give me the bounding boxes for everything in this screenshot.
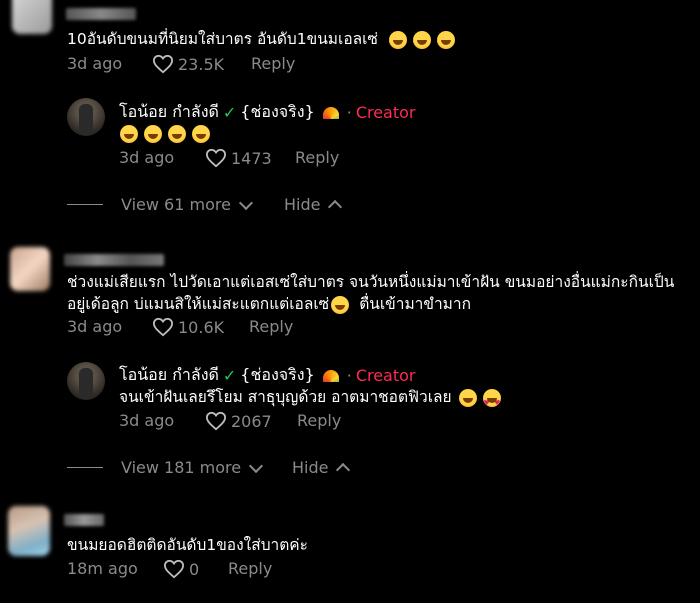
reply-text xyxy=(120,121,216,146)
like-count: 2067 xyxy=(231,411,272,431)
like-button[interactable]: 1473 xyxy=(205,148,272,168)
laughing-emoji-icon xyxy=(388,30,407,49)
comment-time: 3d ago xyxy=(67,317,123,336)
heart-icon xyxy=(163,559,185,579)
reply-button[interactable]: Reply xyxy=(251,54,295,73)
chevron-up-icon xyxy=(328,199,343,214)
hide-replies-button[interactable]: Hide xyxy=(292,458,351,477)
comment-time: 18m ago xyxy=(67,559,138,578)
chevron-down-icon xyxy=(249,458,264,473)
avatar[interactable] xyxy=(8,506,50,556)
comment-text: 10อันดับขนมที่นิยมใส่บาตร อันดับ1ขนมเอลเ… xyxy=(67,27,461,52)
like-count: 10.6K xyxy=(178,317,225,337)
like-count: 1473 xyxy=(231,148,272,168)
divider xyxy=(67,204,103,205)
like-button[interactable]: 23.5K xyxy=(152,54,224,74)
creator-label: Creator xyxy=(355,366,416,385)
reply-button[interactable]: Reply xyxy=(297,411,341,430)
heart-icon xyxy=(205,148,227,168)
creator-avatar[interactable] xyxy=(67,98,105,136)
check-icon: ✓ xyxy=(222,103,237,122)
laughing-emoji-icon xyxy=(436,30,455,49)
laughing-emoji-icon xyxy=(144,124,162,143)
avatar[interactable] xyxy=(12,0,52,34)
heart-icon xyxy=(205,411,227,431)
reply-time: 3d ago xyxy=(119,411,175,430)
rainbow-icon xyxy=(322,369,339,382)
view-more-replies-button[interactable]: View 61 more xyxy=(67,195,254,214)
laughing-emoji-icon xyxy=(458,388,477,407)
like-count: 0 xyxy=(189,559,200,579)
smiling-hearts-emoji-icon xyxy=(482,388,501,416)
creator-avatar[interactable] xyxy=(67,362,105,400)
avatar[interactable] xyxy=(10,247,50,291)
commenter-name-blurred xyxy=(66,8,136,20)
reply-button[interactable]: Reply xyxy=(295,148,339,167)
reply-time: 3d ago xyxy=(119,148,175,167)
check-icon: ✓ xyxy=(222,366,237,385)
comment-time: 3d ago xyxy=(67,54,123,73)
laughing-emoji-icon xyxy=(192,124,210,143)
laughing-emoji-icon xyxy=(168,124,186,143)
view-more-replies-button[interactable]: View 181 more xyxy=(67,458,264,477)
grinning-squint-emoji-icon xyxy=(331,295,350,314)
reply-button[interactable]: Reply xyxy=(228,559,272,578)
hide-replies-button[interactable]: Hide xyxy=(284,195,343,214)
like-button[interactable]: 0 xyxy=(163,559,199,579)
reply-text: จนเข้าฝันเลยรึโยม สาธุบุญด้วย อาตมาชอตฟิ… xyxy=(119,385,507,416)
rainbow-icon xyxy=(322,106,339,119)
like-button[interactable]: 2067 xyxy=(205,411,272,431)
reply-button[interactable]: Reply xyxy=(249,317,293,336)
chevron-down-icon xyxy=(238,195,254,210)
like-count: 23.5K xyxy=(178,54,225,74)
creator-label: Creator xyxy=(355,103,416,122)
heart-icon xyxy=(152,54,174,74)
comment-text: ขนมยอดฮิตติดอันดับ1ของใส่บาตค่ะ xyxy=(67,536,308,554)
chevron-up-icon xyxy=(336,462,351,477)
commenter-name-blurred xyxy=(64,514,104,526)
commenter-name-blurred xyxy=(64,254,164,266)
like-button[interactable]: 10.6K xyxy=(152,317,224,337)
divider xyxy=(67,467,103,468)
heart-icon xyxy=(152,317,174,337)
channel-badge: {ช่องจริง} xyxy=(240,102,315,121)
comment-text: อยู่เด้อลูก บ่แมนสิให้แม่สะแตกแต่เอลเซ่ต… xyxy=(67,295,471,314)
laughing-emoji-icon xyxy=(120,124,138,143)
laughing-emoji-icon xyxy=(412,30,431,49)
